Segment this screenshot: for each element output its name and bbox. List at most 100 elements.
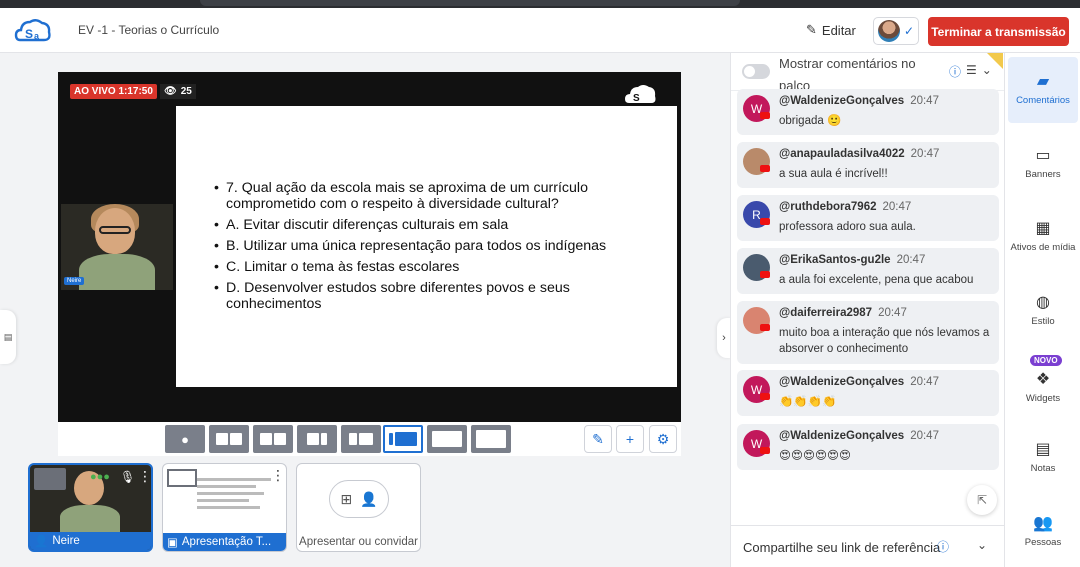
comment-item[interactable]: W @WaldenizeGonçalves 20:47 👏👏👏👏	[737, 370, 999, 416]
chevron-right-icon: ›	[722, 332, 726, 344]
comment-time: 20:47	[882, 201, 912, 213]
left-panel-toggle[interactable]: ▤	[0, 310, 16, 364]
comment-text: muito boa a interação que nós levamos a …	[779, 327, 990, 355]
widgets-icon: ❖	[1035, 371, 1051, 388]
filter-icon[interactable]: ☰	[966, 63, 977, 80]
host-avatar-button[interactable]: ✓	[873, 17, 919, 45]
comment-item[interactable]: @ErikaSantos-gu2le 20:47 a aula foi excele…	[737, 248, 999, 294]
screen-share-icon: ▣	[167, 537, 178, 549]
rail-item-banners[interactable]: ▭ Banners	[1008, 131, 1078, 197]
layout-screen-small-button[interactable]	[427, 425, 467, 453]
layout-leader-button[interactable]	[297, 425, 337, 453]
comment-text: 😍😍😍😍😍😍	[779, 450, 851, 462]
comment-icon: ▰	[1036, 73, 1050, 90]
comment-time: 20:47	[910, 430, 939, 442]
rail-item-notes[interactable]: ▤ Notas	[1008, 425, 1078, 491]
banner-icon: ▭	[1035, 147, 1051, 164]
hide-from-stage-button[interactable]	[34, 468, 66, 490]
referral-label: Compartilhe seu link de referência	[743, 540, 941, 555]
mic-icon[interactable]: 🎙	[120, 470, 135, 484]
more-options-icon[interactable]: ⋮	[271, 467, 285, 484]
presentation-slide: 7. Qual ação da escola mais se aproxima …	[176, 106, 677, 387]
top-header: S a EV -1 - Teorias o Currículo ✎ Editar…	[0, 8, 1080, 53]
rail-item-media[interactable]: ▦ Ativos de mídia	[1008, 204, 1078, 270]
slide-question: 7. Qual ação da escola mais se aproxima …	[214, 180, 614, 212]
comments-panel: Mostrar comentários no palco ⓘ ☰ ⌄ W @Wal…	[730, 53, 1005, 567]
popout-button[interactable]: ⇱	[967, 485, 997, 515]
eye-icon: 👁	[164, 86, 177, 97]
gear-icon: ⚙	[656, 430, 670, 447]
viewer-count: 👁 25	[160, 84, 196, 99]
svg-text:S: S	[633, 93, 640, 104]
layout-toolbar: ● ✎ + ⚙	[58, 422, 681, 456]
comment-item[interactable]: W @WaldenizeGonçalves 20:47 😍😍😍😍😍😍	[737, 424, 999, 470]
comment-time: 20:47	[910, 376, 939, 388]
comment-text: obrigada 🙂	[779, 115, 842, 127]
notes-icon: ▤	[1035, 441, 1051, 458]
stage-logo-icon: S	[625, 85, 656, 104]
rail-item-people[interactable]: 👥 Pessoas	[1008, 499, 1078, 565]
layout-side-by-side-button[interactable]	[253, 425, 293, 453]
layout-settings-button[interactable]: ⚙	[649, 425, 677, 453]
palette-icon: ◍	[1036, 294, 1050, 311]
camera-thumbnail-label: 👤 Neire	[30, 532, 151, 550]
comment-text: 👏👏👏👏	[779, 396, 837, 408]
camera-name-tag: Neire	[64, 277, 85, 285]
layout-single-button[interactable]: ●	[165, 425, 205, 453]
youtube-icon	[760, 393, 770, 400]
pencil-tool-button[interactable]: ✎	[584, 425, 612, 453]
rail-item-style[interactable]: ◍ Estilo	[1008, 278, 1078, 344]
show-on-stage-toggle[interactable]	[742, 64, 770, 79]
add-layout-button[interactable]: +	[616, 425, 644, 453]
comment-text: a sua aula é incrível!!	[779, 168, 888, 180]
camera-thumbnail[interactable]: ●●● 🎙 ⋮ 👤 Neire	[28, 463, 153, 552]
referral-bar[interactable]: Compartilhe seu link de referência ⓘ ⌄	[731, 525, 1005, 567]
add-person-icon: 👤	[360, 490, 378, 507]
layout-news-button[interactable]	[341, 425, 381, 453]
check-icon: ✓	[903, 24, 914, 38]
new-badge: NOVO	[1030, 355, 1062, 366]
people-icon: 👥	[1033, 515, 1053, 532]
audio-level-icon: ●●●	[90, 471, 110, 483]
comment-time: 20:47	[910, 95, 939, 107]
slide-option-b: B. Utilizar uma única representação para…	[214, 238, 677, 254]
layout-group-button[interactable]	[209, 425, 249, 453]
layout-fullscreen-button[interactable]	[471, 425, 511, 453]
comment-author: @daiferreira2987 20:47	[779, 307, 907, 319]
present-or-invite-button[interactable]: ⊞ 👤 Apresentar ou convidar	[296, 463, 421, 552]
comment-item[interactable]: @daiferreira2987 20:47 muito boa a interaç…	[737, 301, 999, 364]
youtube-icon	[760, 324, 770, 331]
media-icon: ▦	[1035, 220, 1051, 237]
rail-item-comments[interactable]: ▰ Comentários	[1008, 57, 1078, 123]
edit-button[interactable]: ✎ Editar	[806, 22, 856, 38]
comment-author: @WaldenizeGonçalves 20:47	[779, 430, 939, 442]
pencil-icon: ✎	[806, 22, 817, 37]
plus-icon: +	[625, 431, 635, 447]
comment-author: @WaldenizeGonçalves 20:47	[779, 95, 939, 107]
youtube-icon	[760, 165, 770, 172]
comment-item[interactable]: @anapauladasilva4022 20:47 a sua aula é in…	[737, 142, 999, 188]
collapse-panel-button[interactable]: ›	[717, 318, 731, 358]
slide-option-d: D. Desenvolver estudos sobre diferentes …	[214, 280, 614, 312]
help-icon[interactable]: ⓘ	[949, 63, 961, 80]
comments-toolbar: Mostrar comentários no palco ⓘ ☰ ⌄	[731, 53, 1005, 93]
comment-item[interactable]: W @WaldenizeGonçalves 20:47 obrigada 🙂	[737, 89, 999, 135]
avatar	[878, 20, 900, 42]
glasses	[99, 226, 131, 234]
slide-option-a: A. Evitar discutir diferenças culturais …	[214, 217, 677, 233]
streamyard-logo[interactable]: S a	[14, 16, 52, 46]
hide-from-stage-button[interactable]	[167, 469, 197, 487]
comment-author: @WaldenizeGonçalves 20:47	[779, 376, 939, 388]
slide-option-c: C. Limitar o tema às festas escolares	[214, 259, 677, 275]
youtube-icon	[760, 447, 770, 454]
help-icon[interactable]: ⓘ	[937, 538, 949, 555]
browser-strip	[0, 0, 1080, 8]
end-broadcast-button[interactable]: Terminar a transmissão	[928, 17, 1069, 46]
presenter-camera[interactable]: Neire	[61, 204, 173, 290]
presentation-thumbnail[interactable]: ⋮ ▣ Apresentação T...	[162, 463, 287, 552]
chevron-down-icon[interactable]: ⌄	[977, 538, 987, 552]
broadcast-title: EV -1 - Teorias o Currículo	[78, 23, 220, 37]
comment-item[interactable]: R @ruthdebora7962 20:47 professora adoro su…	[737, 195, 999, 241]
more-options-icon[interactable]: ⋮	[138, 468, 151, 485]
layout-screen-thumb-button[interactable]	[383, 425, 423, 453]
